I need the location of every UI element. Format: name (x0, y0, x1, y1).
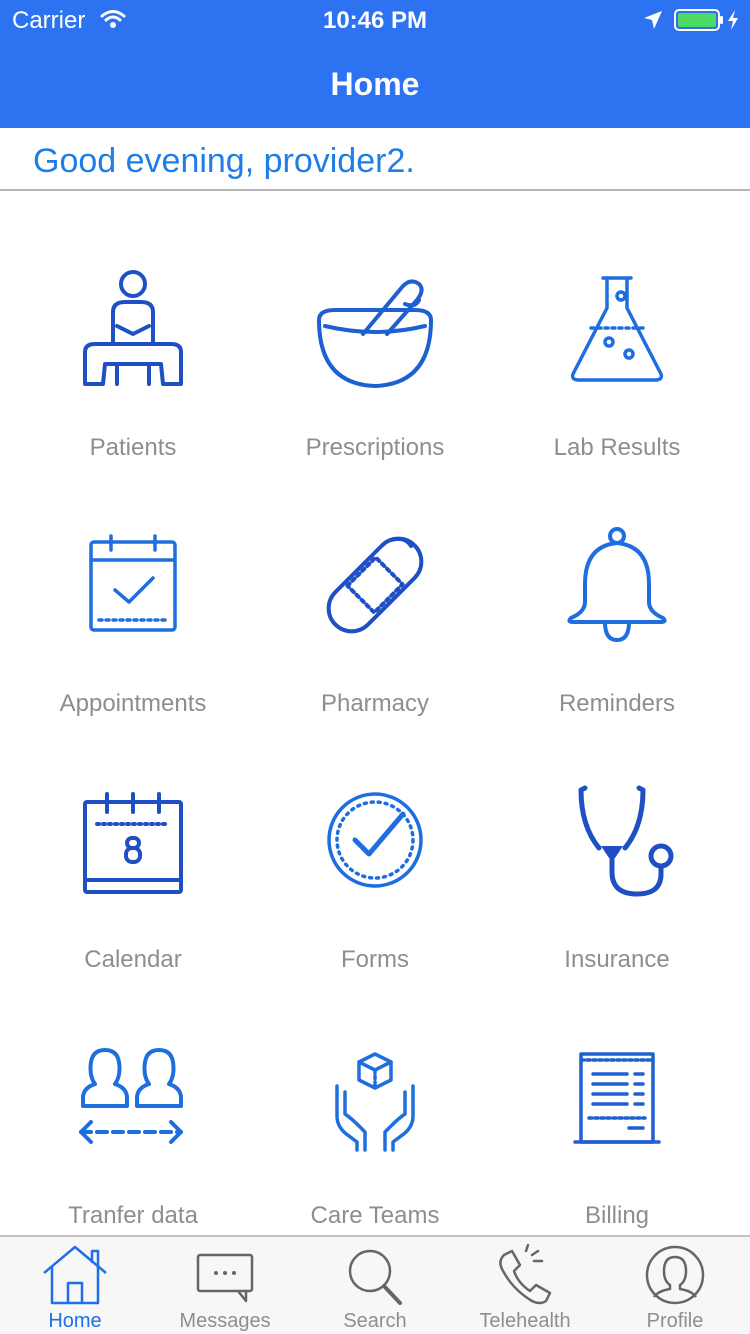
hands-box-icon (335, 1052, 415, 1152)
grid-label: Lab Results (553, 434, 681, 461)
flask-icon (570, 276, 664, 382)
grid-item-patients[interactable]: Patients (8, 264, 258, 520)
chat-icon (196, 1253, 254, 1303)
grid-item-pharmacy[interactable]: Pharmacy (250, 520, 500, 776)
tab-search[interactable]: Search (300, 1237, 450, 1334)
status-bar: Carrier 10:46 PM (0, 0, 750, 40)
grid-item-prescriptions[interactable]: Prescriptions (250, 264, 500, 520)
grid-item-appointments[interactable]: Appointments (8, 520, 258, 776)
tab-profile[interactable]: Profile (600, 1237, 750, 1334)
grid-item-insurance[interactable]: Insurance (492, 776, 742, 1032)
tab-bar: Home Messages Search Telehealth Profile (0, 1235, 750, 1334)
calendar-check-icon (89, 534, 177, 632)
page-title: Home (330, 66, 420, 102)
tab-messages[interactable]: Messages (150, 1237, 300, 1334)
grid-label: Appointments (59, 690, 207, 717)
grid-item-forms[interactable]: Forms (250, 776, 500, 1032)
tab-label: Home (48, 1310, 102, 1332)
grid-item-reminders[interactable]: Reminders (492, 520, 742, 776)
grid-item-lab-results[interactable]: Lab Results (492, 264, 742, 520)
bell-icon (567, 527, 667, 642)
battery-icon (674, 9, 723, 31)
home-icon (43, 1245, 107, 1305)
grid-label: Tranfer data (68, 1202, 198, 1229)
grid-label: Patients (89, 434, 177, 461)
receipt-icon (573, 1052, 661, 1144)
phone-icon (499, 1243, 552, 1305)
stethoscope-icon (578, 785, 674, 897)
grid-label: Reminders (558, 690, 676, 717)
home-screen: Carrier 10:46 PM Home Good evening, prov… (0, 0, 750, 1334)
mortar-pestle-icon (317, 279, 433, 388)
tab-home[interactable]: Home (0, 1237, 150, 1334)
patient-icon (83, 270, 183, 386)
charging-bolt-icon (728, 10, 738, 30)
grid-label: Billing (584, 1202, 650, 1229)
tab-label: Search (343, 1310, 407, 1332)
transfer-users-icon (79, 1048, 183, 1144)
grid-label: Forms (341, 946, 409, 973)
grid-label: Care Teams (310, 1202, 440, 1229)
tab-label: Telehealth (479, 1310, 571, 1332)
check-circle-icon (327, 792, 423, 888)
profile-icon (645, 1245, 705, 1305)
tab-label: Profile (646, 1310, 704, 1332)
search-icon (348, 1249, 402, 1305)
greeting-banner: Good evening, provider2. (0, 128, 750, 191)
grid-label: Insurance (564, 946, 670, 973)
grid-label: Calendar (84, 946, 182, 973)
tab-label: Messages (179, 1310, 271, 1332)
bandage-icon (326, 536, 424, 634)
nav-bar: Home (0, 40, 750, 128)
status-time: 10:46 PM (322, 7, 428, 34)
grid-label: Pharmacy (320, 690, 430, 717)
greeting-text: Good evening, provider2. (33, 142, 415, 180)
calendar-icon (83, 792, 183, 894)
grid-label: Prescriptions (305, 434, 445, 461)
location-arrow-icon (644, 11, 662, 29)
grid-item-calendar[interactable]: Calendar (8, 776, 258, 1032)
tab-telehealth[interactable]: Telehealth (450, 1237, 600, 1334)
